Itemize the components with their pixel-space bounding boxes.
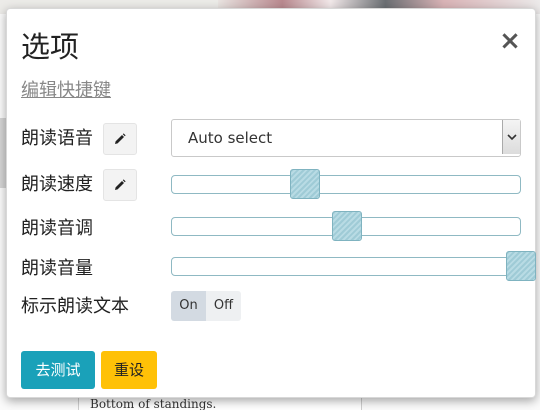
highlight-label: 标示朗读文本 (21, 296, 129, 317)
test-button[interactable]: 去测试 (21, 351, 95, 389)
reset-button[interactable]: 重设 (101, 351, 157, 389)
volume-label: 朗读音量 (21, 258, 93, 279)
dialog-title: 选项 (21, 30, 80, 64)
chevron-down-icon (502, 120, 520, 154)
voice-select-value: Auto select (188, 129, 273, 147)
volume-slider-thumb[interactable] (506, 251, 536, 281)
edit-shortcuts-link[interactable]: 编辑快捷键 (21, 79, 111, 103)
rate-slider[interactable] (171, 169, 521, 199)
rate-slider-thumb[interactable] (290, 169, 321, 199)
highlight-on-option[interactable]: On (171, 291, 206, 321)
background-text: Bottom of standings. (90, 397, 217, 410)
voice-select[interactable]: Auto select (171, 119, 521, 157)
rate-edit-button[interactable] (103, 169, 137, 201)
volume-slider[interactable] (171, 251, 536, 281)
rate-label: 朗读速度 (21, 174, 93, 195)
close-icon[interactable]: × (499, 28, 521, 54)
pencil-icon (115, 133, 126, 144)
highlight-toggle: On Off (171, 291, 241, 321)
voice-edit-button[interactable] (103, 123, 137, 155)
pencil-icon (115, 179, 126, 190)
pitch-slider-thumb[interactable] (332, 211, 362, 241)
pitch-slider[interactable] (171, 211, 521, 241)
voice-label: 朗读语音 (21, 128, 93, 149)
highlight-off-option[interactable]: Off (206, 291, 241, 321)
options-dialog: 选项 × 编辑快捷键 朗读语音 Auto select 朗读速度 朗读音调 朗读… (6, 8, 536, 398)
pitch-label: 朗读音调 (21, 218, 93, 239)
